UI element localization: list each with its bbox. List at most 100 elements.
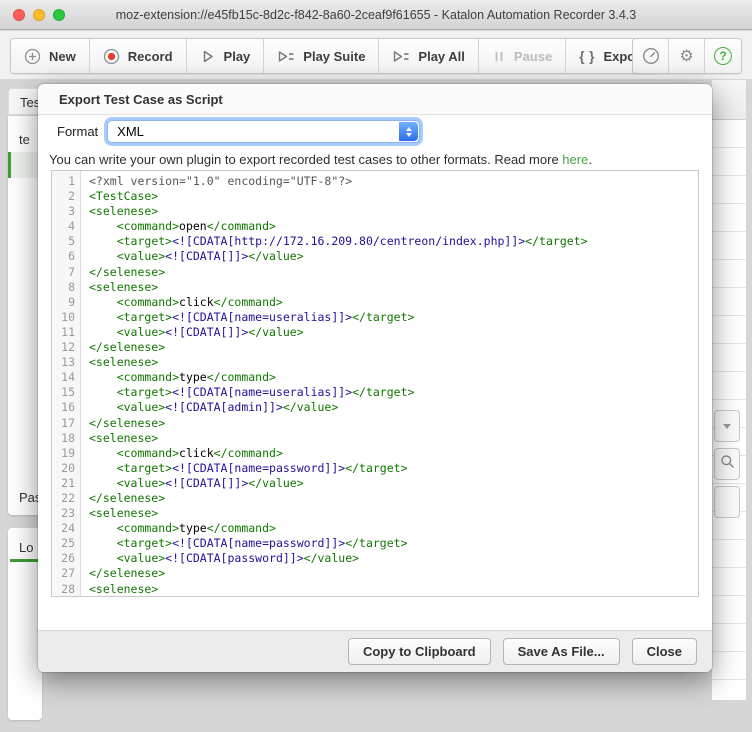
pause-button[interactable]: Pause bbox=[479, 39, 566, 73]
description-text: You can write your own plugin to export … bbox=[49, 152, 562, 167]
settings-button[interactable]: ⚙ bbox=[669, 39, 705, 73]
gauge-icon bbox=[642, 47, 660, 65]
find-target-button-partial[interactable] bbox=[714, 448, 740, 480]
dialog-title: Export Test Case as Script bbox=[38, 84, 712, 115]
line-number: 3 bbox=[52, 204, 80, 219]
new-plus-circle-icon bbox=[24, 48, 41, 65]
save-as-file-button[interactable]: Save As File... bbox=[503, 638, 620, 665]
toolbar: New Record Play Play Suite bbox=[0, 31, 752, 79]
plugin-description: You can write your own plugin to export … bbox=[49, 152, 592, 167]
line-number: 23 bbox=[52, 506, 80, 521]
traffic-lights bbox=[13, 9, 65, 21]
code-line: <selenese> bbox=[89, 506, 698, 521]
code-line: <value><![CDATA[]]></value> bbox=[89, 249, 698, 264]
zoom-window-icon[interactable] bbox=[53, 9, 65, 21]
line-number: 28 bbox=[52, 582, 80, 597]
line-number: 6 bbox=[52, 249, 80, 264]
target-dropdown-button-partial[interactable] bbox=[714, 410, 740, 442]
help-button[interactable]: ? bbox=[705, 39, 741, 73]
toolbar-button-group: New Record Play Play Suite bbox=[10, 38, 659, 74]
line-number: 16 bbox=[52, 400, 80, 415]
line-number: 19 bbox=[52, 446, 80, 461]
line-number: 8 bbox=[52, 280, 80, 295]
line-number: 22 bbox=[52, 491, 80, 506]
line-number: 13 bbox=[52, 355, 80, 370]
select-stepper-icon bbox=[399, 122, 418, 141]
line-number: 4 bbox=[52, 219, 80, 234]
line-number: 21 bbox=[52, 476, 80, 491]
line-number: 10 bbox=[52, 310, 80, 325]
code-line: <selenese> bbox=[89, 431, 698, 446]
play-triangle-icon bbox=[200, 48, 216, 65]
code-line: </selenese> bbox=[89, 340, 698, 355]
line-number: 12 bbox=[52, 340, 80, 355]
play-suite-button[interactable]: Play Suite bbox=[264, 39, 379, 73]
record-button[interactable]: Record bbox=[90, 39, 187, 73]
pause-icon bbox=[492, 48, 506, 65]
log-panel: Lo bbox=[8, 528, 42, 720]
line-number: 20 bbox=[52, 461, 80, 476]
app-window: moz-extension://e45fb15c-8d2c-f842-8a60-… bbox=[0, 0, 752, 732]
new-button[interactable]: New bbox=[11, 39, 90, 73]
toolbar-button-label: New bbox=[49, 49, 76, 64]
test-case-list-panel: te Pas bbox=[8, 116, 42, 515]
play-all-button[interactable]: Play All bbox=[379, 39, 478, 73]
code-line: <value><![CDATA[]]></value> bbox=[89, 476, 698, 491]
line-number: 2 bbox=[52, 189, 80, 204]
test-case-item-partial[interactable]: te bbox=[19, 132, 30, 147]
search-icon bbox=[720, 454, 735, 474]
code-line: <?xml version="1.0" encoding="UTF-8"?> bbox=[89, 174, 698, 189]
window-title: moz-extension://e45fb15c-8d2c-f842-8a60-… bbox=[116, 8, 636, 22]
line-number: 7 bbox=[52, 265, 80, 280]
line-number: 9 bbox=[52, 295, 80, 310]
read-more-link[interactable]: here bbox=[562, 152, 588, 167]
speed-button[interactable] bbox=[633, 39, 669, 73]
line-number: 26 bbox=[52, 551, 80, 566]
dialog-footer: Copy to Clipboard Save As File... Close bbox=[38, 630, 712, 672]
braces-icon: { } bbox=[579, 49, 595, 64]
record-dot-icon bbox=[103, 48, 120, 65]
export-dialog: Export Test Case as Script Format XML Yo… bbox=[38, 84, 712, 672]
line-number: 14 bbox=[52, 370, 80, 385]
copy-to-clipboard-button[interactable]: Copy to Clipboard bbox=[348, 638, 491, 665]
line-number: 18 bbox=[52, 431, 80, 446]
code-line: <target><![CDATA[name=password]]></targe… bbox=[89, 536, 698, 551]
toolbar-button-label: Record bbox=[128, 49, 173, 64]
minimize-window-icon[interactable] bbox=[33, 9, 45, 21]
format-row: Format XML bbox=[57, 120, 420, 143]
close-window-icon[interactable] bbox=[13, 9, 25, 21]
code-line: <command>type</command> bbox=[89, 370, 698, 385]
code-line: </selenese> bbox=[89, 416, 698, 431]
line-number: 5 bbox=[52, 234, 80, 249]
play-all-icon bbox=[392, 48, 410, 65]
line-number: 15 bbox=[52, 385, 80, 400]
code-line: <command>type</command> bbox=[89, 521, 698, 536]
description-period: . bbox=[588, 152, 592, 167]
format-select[interactable]: XML bbox=[107, 120, 420, 143]
test-case-tab-partial[interactable]: Tes bbox=[8, 88, 42, 115]
select-target-button-partial[interactable] bbox=[714, 486, 740, 518]
gear-icon: ⚙ bbox=[679, 48, 693, 64]
play-suite-icon bbox=[277, 48, 295, 65]
window-titlebar: moz-extension://e45fb15c-8d2c-f842-8a60-… bbox=[0, 0, 752, 30]
code-line: <target><![CDATA[name=useralias]]></targ… bbox=[89, 385, 698, 400]
log-tab-partial[interactable]: Lo bbox=[19, 540, 33, 555]
close-button[interactable]: Close bbox=[632, 638, 697, 665]
code-line: </selenese> bbox=[89, 491, 698, 506]
selected-test-case-row[interactable] bbox=[8, 152, 42, 178]
code-line: <command>open</command> bbox=[89, 219, 698, 234]
play-button[interactable]: Play bbox=[187, 39, 265, 73]
toolbar-button-label: Play bbox=[224, 49, 251, 64]
code-editor[interactable]: 1234567891011121314151617181920212223242… bbox=[51, 170, 699, 597]
format-selected-value: XML bbox=[117, 124, 144, 139]
command-grid-header-partial bbox=[712, 80, 746, 120]
toolbar-button-label: Pause bbox=[514, 49, 552, 64]
line-number: 1 bbox=[52, 174, 80, 189]
code-lines: <?xml version="1.0" encoding="UTF-8"?><T… bbox=[81, 171, 698, 596]
code-line: </selenese> bbox=[89, 265, 698, 280]
code-line: <target><![CDATA[name=password]]></targe… bbox=[89, 461, 698, 476]
code-line: <target><![CDATA[name=useralias]]></targ… bbox=[89, 310, 698, 325]
line-number: 24 bbox=[52, 521, 80, 536]
code-line: <command>click</command> bbox=[89, 295, 698, 310]
code-line: <value><![CDATA[password]]></value> bbox=[89, 551, 698, 566]
